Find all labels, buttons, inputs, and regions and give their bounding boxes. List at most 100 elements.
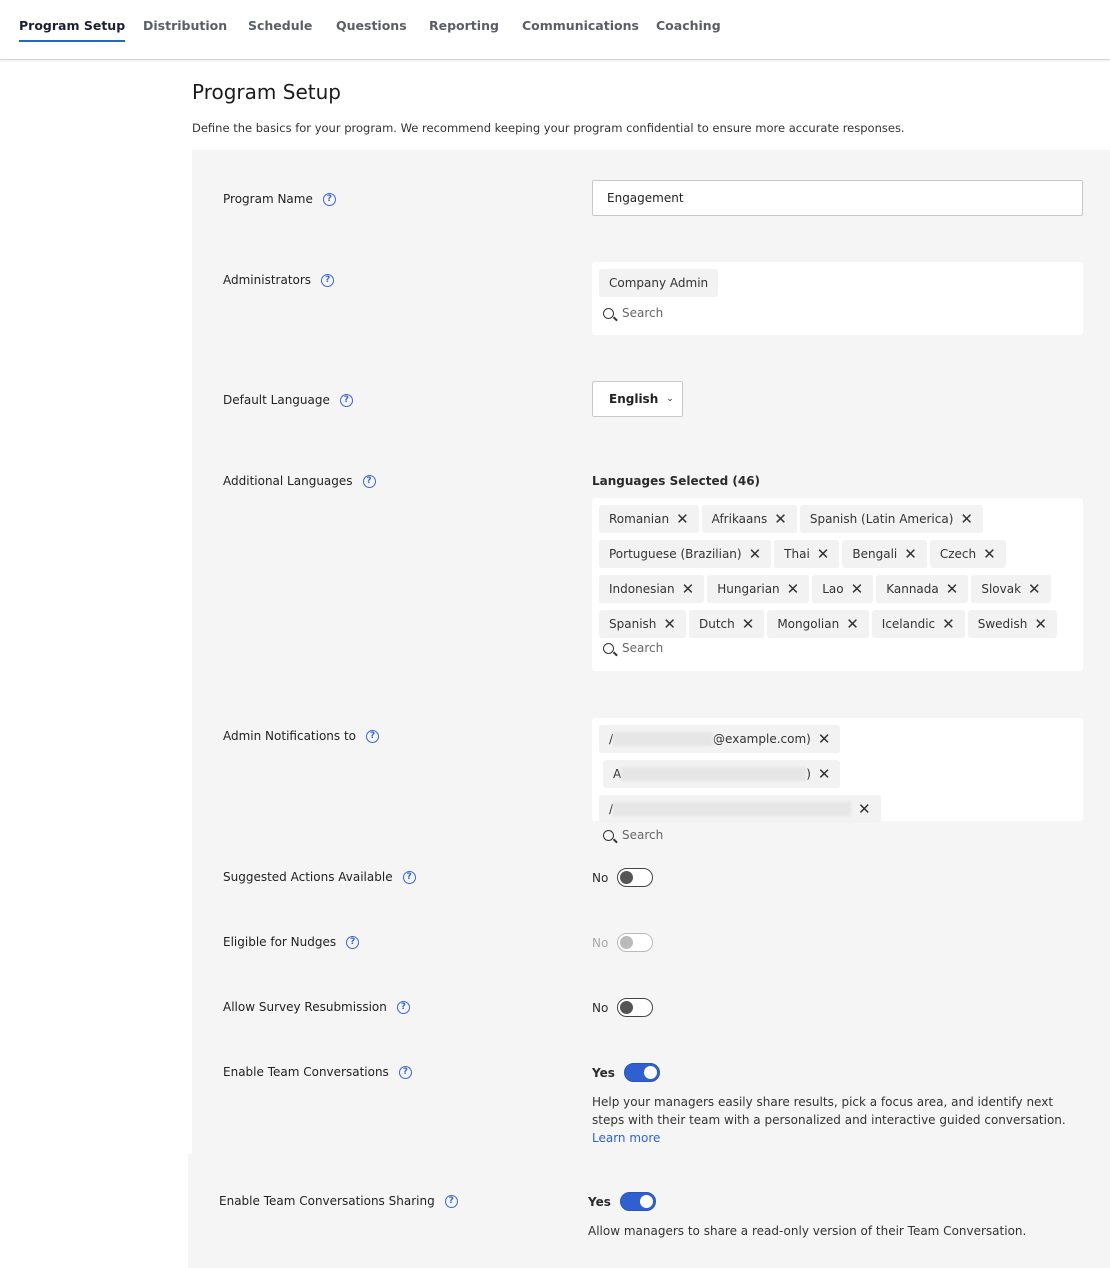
chip-label: Company Admin xyxy=(609,276,709,290)
language-chip: Czech ✕ xyxy=(929,540,1006,568)
suggested-actions-toggle[interactable] xyxy=(617,868,654,887)
label-text: Default Language xyxy=(223,393,330,407)
resubmission-label: Allow Survey Resubmission? xyxy=(223,1000,410,1014)
tab-coaching[interactable]: Coaching xyxy=(656,18,721,40)
remove-icon[interactable]: ✕ xyxy=(1028,580,1041,598)
chip-label: Portuguese (Brazilian) xyxy=(609,547,742,561)
language-chip: Spanish (Latin America) ✕ xyxy=(799,505,983,533)
remove-icon[interactable]: ✕ xyxy=(904,545,917,563)
page-description: Define the basics for your program. We r… xyxy=(192,121,905,135)
page-title: Program Setup xyxy=(192,80,341,104)
chip-prefix: A xyxy=(613,767,622,781)
toggle-state: Yes xyxy=(592,1065,615,1080)
chip-label: Spanish xyxy=(609,617,657,631)
remove-icon[interactable]: ✕ xyxy=(818,765,831,783)
team-sharing-help-text: Allow managers to share a read-only vers… xyxy=(588,1222,1078,1240)
remove-icon[interactable]: ✕ xyxy=(663,615,676,633)
remove-icon[interactable]: ✕ xyxy=(846,615,859,633)
additional-languages-label: Additional Languages? xyxy=(223,474,376,488)
tab-distribution[interactable]: Distribution xyxy=(143,18,227,40)
team-conversations-toggle[interactable] xyxy=(623,1063,660,1082)
language-chip: Bengali ✕ xyxy=(842,540,927,568)
chip-label: Kannada xyxy=(886,582,939,596)
label-text: Enable Team Conversations Sharing xyxy=(219,1194,435,1208)
language-chip: Romanian ✕ xyxy=(599,505,699,533)
tab-questions[interactable]: Questions xyxy=(336,18,407,40)
remove-icon[interactable]: ✕ xyxy=(858,800,871,818)
remove-icon[interactable]: ✕ xyxy=(682,580,695,598)
chip-suffix: ) xyxy=(806,767,811,781)
help-icon[interactable]: ? xyxy=(321,273,335,287)
chip-label: Hungarian xyxy=(717,582,780,596)
remove-icon[interactable]: ✕ xyxy=(676,510,689,528)
resubmission-toggle[interactable] xyxy=(617,998,654,1017)
remove-icon[interactable]: ✕ xyxy=(851,580,864,598)
resubmission-control: No xyxy=(592,998,654,1017)
suggested-actions-control: No xyxy=(592,868,654,887)
recipient-chip: A) ✕ xyxy=(603,760,841,788)
language-chip: Portuguese (Brazilian) ✕ xyxy=(599,540,772,568)
label-text: Additional Languages xyxy=(223,474,353,488)
program-name-input[interactable]: Engagement xyxy=(592,180,1083,216)
help-icon[interactable]: ? xyxy=(346,935,360,949)
help-text: Allow managers to share a read-only vers… xyxy=(588,1224,1027,1238)
label-text: Enable Team Conversations xyxy=(223,1065,389,1079)
toggle-knob xyxy=(620,935,634,949)
nudges-label: Eligible for Nudges? xyxy=(223,935,360,949)
team-sharing-control: Yes xyxy=(588,1192,656,1211)
tab-schedule[interactable]: Schedule xyxy=(248,18,312,40)
language-chip: Hungarian ✕ xyxy=(707,575,810,603)
remove-icon[interactable]: ✕ xyxy=(960,510,973,528)
admin-notifications-picker: / @example.com) ✕ A) ✕ / ✕ Search xyxy=(592,718,1083,842)
chip-label: Slovak xyxy=(981,582,1022,596)
label-text: Administrators xyxy=(223,273,312,287)
toggle-state: No xyxy=(592,870,609,885)
administrators-picker: Company Admin Search xyxy=(592,262,1083,335)
label-text: Allow Survey Resubmission xyxy=(223,1000,387,1014)
remove-icon[interactable]: ✕ xyxy=(983,545,996,563)
chip-label: Spanish (Latin America) xyxy=(809,512,954,526)
default-language-select[interactable]: English ⌄ xyxy=(592,381,683,417)
chip-label: Romanian xyxy=(609,512,670,526)
language-chip: Lao ✕ xyxy=(812,575,874,603)
chip-label: Lao xyxy=(822,582,844,596)
remove-icon[interactable]: ✕ xyxy=(787,580,800,598)
notifications-search[interactable]: Search xyxy=(599,826,1076,844)
team-sharing-toggle[interactable] xyxy=(619,1192,656,1211)
remove-icon[interactable]: ✕ xyxy=(749,545,762,563)
nudges-control: No xyxy=(592,933,654,952)
remove-icon[interactable]: ✕ xyxy=(817,545,830,563)
remove-icon[interactable]: ✕ xyxy=(818,730,831,748)
help-icon[interactable]: ? xyxy=(398,1065,412,1079)
chevron-down-icon: ⌄ xyxy=(666,394,674,404)
remove-icon[interactable]: ✕ xyxy=(774,510,787,528)
search-placeholder: Search xyxy=(622,828,664,842)
team-conversations-label: Enable Team Conversations? xyxy=(223,1065,412,1079)
help-icon[interactable]: ? xyxy=(444,1194,458,1208)
chip-label: Czech xyxy=(939,547,977,561)
suggested-actions-label: Suggested Actions Available? xyxy=(223,870,416,884)
chip-label: Icelandic xyxy=(881,617,936,631)
help-icon[interactable]: ? xyxy=(322,192,336,206)
top-nav: Program Setup Distribution Schedule Ques… xyxy=(0,0,1110,60)
remove-icon[interactable]: ✕ xyxy=(742,615,755,633)
help-icon[interactable]: ? xyxy=(402,870,416,884)
language-chip: Swedish ✕ xyxy=(967,610,1057,638)
redacted-text xyxy=(613,802,852,816)
learn-more-link[interactable]: Learn more xyxy=(592,1131,660,1145)
chip-label: Indonesian xyxy=(609,582,675,596)
help-icon[interactable]: ? xyxy=(362,474,376,488)
tab-program-setup[interactable]: Program Setup xyxy=(19,18,126,42)
remove-icon[interactable]: ✕ xyxy=(946,580,959,598)
tab-reporting[interactable]: Reporting xyxy=(429,18,499,40)
help-icon[interactable]: ? xyxy=(366,729,380,743)
help-icon[interactable]: ? xyxy=(396,1000,410,1014)
toggle-knob xyxy=(620,870,634,884)
remove-icon[interactable]: ✕ xyxy=(942,615,955,633)
help-icon[interactable]: ? xyxy=(339,393,353,407)
chip-label: Afrikaans xyxy=(711,512,768,526)
remove-icon[interactable]: ✕ xyxy=(1034,615,1047,633)
recipient-chip: / ✕ xyxy=(599,795,881,823)
tab-communications[interactable]: Communications xyxy=(522,18,639,40)
administrators-search[interactable]: Search xyxy=(599,304,1076,322)
